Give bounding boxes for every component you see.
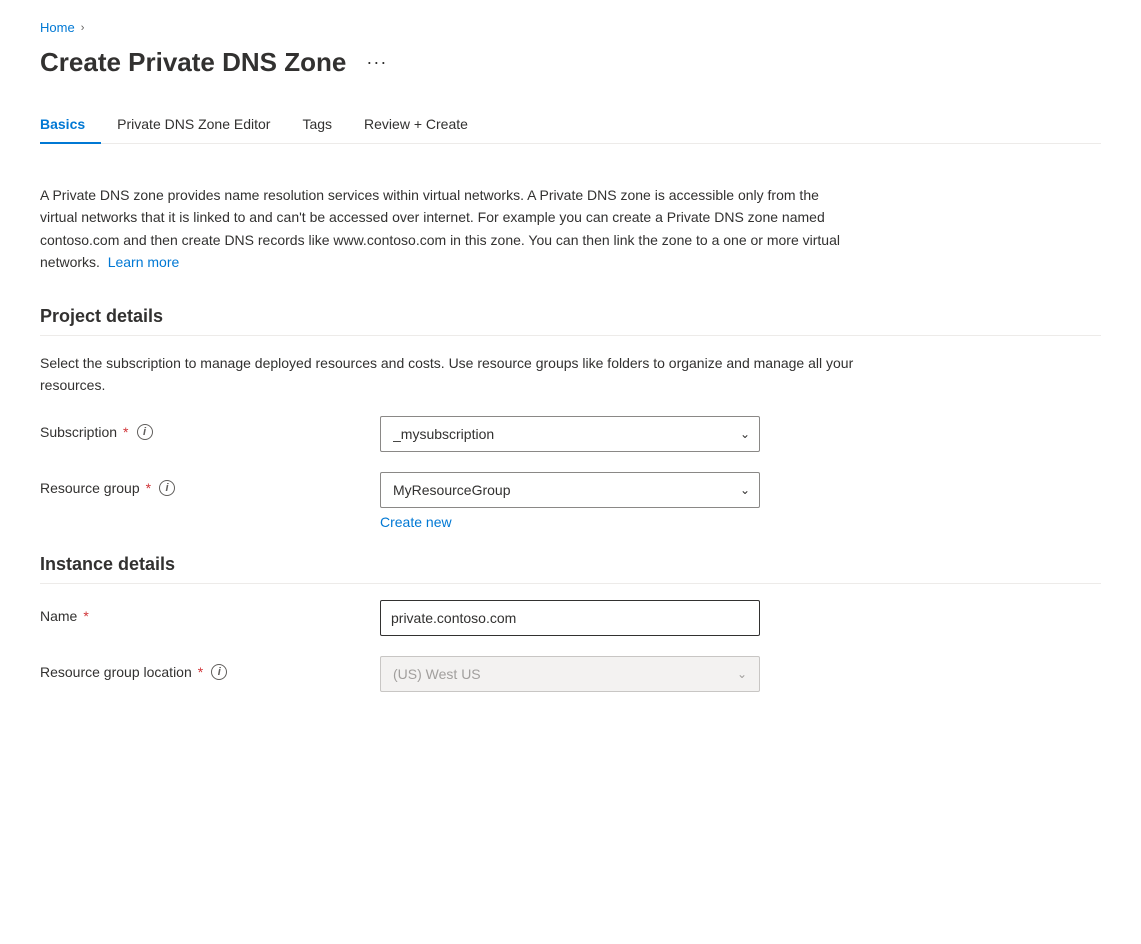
resource-group-location-row: Resource group location * i (US) West US…	[40, 656, 1101, 692]
subscription-info-icon[interactable]: i	[137, 424, 153, 440]
tab-tags[interactable]: Tags	[286, 106, 348, 144]
tab-review-create[interactable]: Review + Create	[348, 106, 484, 144]
resource-group-label: Resource group * i	[40, 472, 380, 496]
breadcrumb: Home ›	[40, 20, 1101, 35]
name-required-star: *	[83, 608, 88, 624]
instance-details-section: Instance details Name * Resource group l…	[40, 554, 1101, 692]
resource-group-location-info-icon[interactable]: i	[211, 664, 227, 680]
learn-more-link[interactable]: Learn more	[108, 254, 180, 270]
breadcrumb-home-link[interactable]: Home	[40, 20, 75, 35]
project-details-title: Project details	[40, 306, 1101, 327]
name-row: Name *	[40, 600, 1101, 636]
resource-group-info-icon[interactable]: i	[159, 480, 175, 496]
tab-basics[interactable]: Basics	[40, 106, 101, 144]
subscription-dropdown[interactable]: _mysubscription	[380, 416, 760, 452]
tabs-container: Basics Private DNS Zone Editor Tags Revi…	[40, 106, 1101, 144]
resource-group-location-required-star: *	[198, 664, 203, 680]
breadcrumb-chevron: ›	[81, 22, 85, 34]
resource-group-row: Resource group * i MyResourceGroup ⌄ Cre…	[40, 472, 1101, 530]
resource-group-dropdown-container: MyResourceGroup ⌄	[380, 472, 760, 508]
name-input[interactable]	[380, 600, 760, 636]
description-text: A Private DNS zone provides name resolut…	[40, 168, 860, 282]
resource-group-location-chevron-icon: ⌄	[737, 667, 747, 681]
subscription-label: Subscription * i	[40, 416, 380, 440]
subscription-dropdown-container: _mysubscription ⌄	[380, 416, 760, 452]
resource-group-location-label: Resource group location * i	[40, 656, 380, 680]
description-section: A Private DNS zone provides name resolut…	[40, 168, 1101, 282]
resource-group-control: MyResourceGroup ⌄ Create new	[380, 472, 760, 530]
page-title-row: Create Private DNS Zone ···	[40, 47, 1101, 78]
name-label: Name *	[40, 600, 380, 624]
section-divider	[40, 335, 1101, 336]
create-new-link[interactable]: Create new	[380, 514, 452, 530]
resource-group-location-control: (US) West US ⌄	[380, 656, 760, 692]
instance-details-title: Instance details	[40, 554, 1101, 575]
tab-private-dns-zone-editor[interactable]: Private DNS Zone Editor	[101, 106, 286, 144]
instance-section-divider	[40, 583, 1101, 584]
subscription-required-star: *	[123, 424, 128, 440]
resource-group-dropdown[interactable]: MyResourceGroup	[380, 472, 760, 508]
subscription-row: Subscription * i _mysubscription ⌄	[40, 416, 1101, 452]
subscription-control: _mysubscription ⌄	[380, 416, 760, 452]
page-title: Create Private DNS Zone	[40, 47, 346, 78]
project-details-description: Select the subscription to manage deploy…	[40, 352, 860, 397]
resource-group-required-star: *	[146, 480, 151, 496]
project-details-section: Project details Select the subscription …	[40, 306, 1101, 531]
name-control	[380, 600, 760, 636]
resource-group-location-dropdown: (US) West US ⌄	[380, 656, 760, 692]
ellipsis-menu-button[interactable]: ···	[358, 48, 395, 77]
